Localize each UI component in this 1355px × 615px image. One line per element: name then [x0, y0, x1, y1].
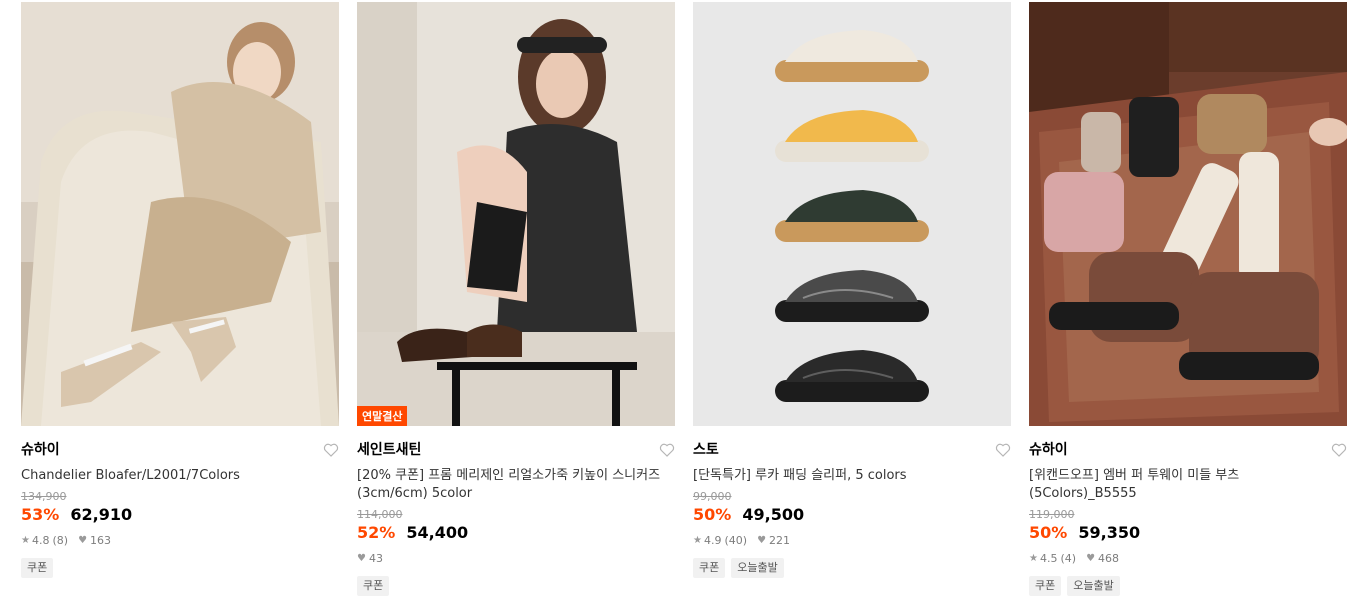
- tag-list: 쿠폰: [357, 576, 677, 596]
- review-count: (8): [52, 534, 69, 547]
- price-row: 53% 62,910: [21, 505, 341, 525]
- heart-filled-icon: ♥: [757, 535, 767, 546]
- product-grid: 슈하이 Chandelier Bloafer/L2001/7Colors 134…: [0, 0, 1355, 615]
- brand-name[interactable]: 슈하이: [1029, 440, 1349, 460]
- product-card[interactable]: 슈하이 Chandelier Bloafer/L2001/7Colors 134…: [21, 2, 341, 578]
- wishlist-heart-icon[interactable]: [323, 442, 339, 458]
- price-row: 50% 59,350: [1029, 523, 1349, 543]
- tag-today-shipping: 오늘출발: [1067, 576, 1120, 596]
- price-row: 50% 49,500: [693, 505, 1013, 525]
- original-price: 99,000: [693, 490, 732, 503]
- review-count: (40): [724, 534, 748, 547]
- sale-price: 54,400: [406, 523, 469, 542]
- rating-value: 4.8: [31, 534, 50, 547]
- promo-badge: 연말결산: [357, 406, 408, 426]
- product-image[interactable]: [693, 2, 1011, 426]
- tag-coupon: 쿠폰: [1029, 576, 1062, 596]
- discount-rate: 50%: [693, 505, 732, 524]
- heart-filled-icon: ♥: [357, 553, 366, 564]
- original-price: 119,000: [1029, 508, 1075, 521]
- star-icon: ★: [693, 535, 702, 546]
- like-count: 221: [769, 534, 791, 547]
- original-price: 114,000: [357, 508, 403, 521]
- brand-name[interactable]: 세인트새틴: [357, 440, 677, 460]
- product-card[interactable]: 슈하이 [위캔드오프] 엠버 퍼 투웨이 미들 부츠(5Colors)_B555…: [1029, 2, 1349, 596]
- discount-rate: 52%: [357, 523, 396, 542]
- product-meta: ★ 4.8 (8) ♥ 163: [21, 534, 341, 548]
- price-row: 52% 54,400: [357, 523, 677, 543]
- product-meta: ★ 4.5 (4) ♥ 468: [1029, 552, 1349, 566]
- product-name[interactable]: [20% 쿠폰] 프롬 메리제인 리얼소가죽 키높이 스니커즈 (3cm/6cm…: [357, 467, 673, 503]
- heart-filled-icon: ♥: [1086, 553, 1096, 564]
- rating-value: 4.9: [703, 534, 722, 547]
- product-name[interactable]: [위캔드오프] 엠버 퍼 투웨이 미들 부츠(5Colors)_B5555: [1029, 467, 1345, 503]
- sale-price: 62,910: [70, 505, 133, 524]
- brand-name[interactable]: 슈하이: [21, 440, 341, 460]
- product-name[interactable]: [단독특가] 루카 패딩 슬리퍼, 5 colors: [693, 467, 1009, 485]
- product-photo-fur-boots: [1029, 2, 1347, 426]
- product-meta: ★ 4.9 (40) ♥ 221: [693, 534, 1013, 548]
- product-meta: ♥ 43: [357, 552, 677, 566]
- product-photo-woman-loafers: [21, 2, 339, 426]
- tag-list: 쿠폰 오늘출발: [1029, 576, 1349, 596]
- like-count: 468: [1098, 552, 1120, 565]
- rating-value: 4.5: [1039, 552, 1058, 565]
- discount-rate: 53%: [21, 505, 60, 524]
- sale-price: 49,500: [742, 505, 805, 524]
- product-card[interactable]: 스토 [단독특가] 루카 패딩 슬리퍼, 5 colors 99,000 50%…: [693, 2, 1013, 578]
- discount-rate: 50%: [1029, 523, 1068, 542]
- like-count: 163: [90, 534, 112, 547]
- product-photo-woman-sneakers: [357, 2, 675, 426]
- tag-list: 쿠폰 오늘출발: [693, 558, 1013, 578]
- product-image[interactable]: [1029, 2, 1347, 426]
- wishlist-heart-icon[interactable]: [995, 442, 1011, 458]
- like-count: 43: [368, 552, 383, 565]
- wishlist-heart-icon[interactable]: [1331, 442, 1347, 458]
- product-name[interactable]: Chandelier Bloafer/L2001/7Colors: [21, 467, 337, 485]
- product-photo-padded-slippers: [693, 2, 1011, 426]
- heart-filled-icon: ♥: [78, 535, 88, 546]
- product-image[interactable]: 연말결산: [357, 2, 675, 426]
- tag-coupon: 쿠폰: [357, 576, 390, 596]
- star-icon: ★: [21, 535, 30, 546]
- product-image[interactable]: [21, 2, 339, 426]
- product-card[interactable]: 연말결산 세인트새틴 [20% 쿠폰] 프롬 메리제인 리얼소가죽 키높이 스니…: [357, 2, 677, 596]
- tag-coupon: 쿠폰: [693, 558, 726, 578]
- review-count: (4): [1060, 552, 1077, 565]
- star-icon: ★: [1029, 553, 1038, 564]
- tag-today-shipping: 오늘출발: [731, 558, 784, 578]
- tag-list: 쿠폰: [21, 558, 341, 578]
- tag-coupon: 쿠폰: [21, 558, 54, 578]
- sale-price: 59,350: [1078, 523, 1141, 542]
- wishlist-heart-icon[interactable]: [659, 442, 675, 458]
- original-price: 134,900: [21, 490, 67, 503]
- brand-name[interactable]: 스토: [693, 440, 1013, 460]
